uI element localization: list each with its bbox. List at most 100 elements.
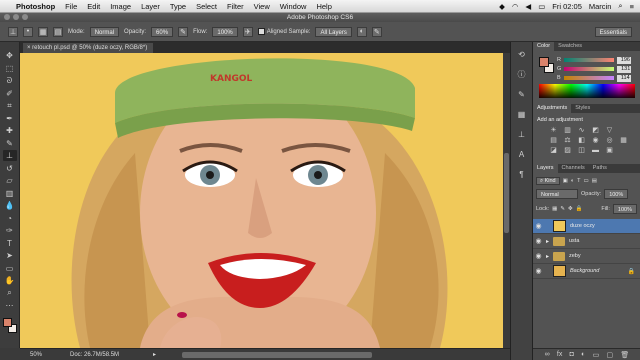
document-tab[interactable]: × retouch pl.psd @ 50% (duze oczy, RGB/8… [23, 43, 154, 53]
filter-pixel-icon[interactable]: ▣ [563, 178, 568, 184]
new-adjustment-icon[interactable]: ◐ [581, 351, 585, 358]
blend-mode-select[interactable]: Normal [536, 189, 578, 199]
lock-all-icon[interactable]: 🔒 [576, 206, 583, 212]
tab-channels[interactable]: Channels [558, 164, 589, 173]
horizontal-scrollbar[interactable] [182, 352, 372, 358]
foreground-color-swatch[interactable] [3, 318, 12, 327]
new-group-icon[interactable]: ▭ [593, 351, 600, 359]
menu-type[interactable]: Type [170, 2, 186, 11]
tab-adjustments[interactable]: Adjustments [533, 104, 572, 113]
selective-color-icon[interactable]: ▣ [605, 147, 614, 155]
layer-row-zeby[interactable]: ◉ ▸ zeby [533, 249, 640, 264]
menu-view[interactable]: View [254, 2, 270, 11]
menu-filter[interactable]: Filter [227, 2, 244, 11]
marquee-tool-icon[interactable]: ⬚ [3, 63, 17, 74]
spotlight-icon[interactable]: ⌕ [618, 1, 622, 11]
tab-swatches[interactable]: Swatches [554, 42, 586, 51]
color-balance-icon[interactable]: ⚖ [563, 137, 572, 145]
eyedropper-tool-icon[interactable]: ✒ [3, 113, 17, 124]
blue-value[interactable]: 114 [616, 74, 631, 82]
layer-opacity-field[interactable]: 100% [604, 189, 629, 199]
hand-tool-icon[interactable]: ✋ [3, 275, 17, 286]
visibility-eye-icon[interactable]: ◉ [533, 267, 544, 275]
lasso-tool-icon[interactable]: ᘐ [3, 75, 17, 86]
paragraph-panel-icon[interactable]: ¶ [516, 168, 528, 180]
tab-paths[interactable]: Paths [589, 164, 611, 173]
menu-edit[interactable]: Edit [87, 2, 100, 11]
filter-adjustment-icon[interactable]: ◐ [571, 178, 574, 184]
new-layer-icon[interactable]: ▢ [607, 351, 614, 359]
layer-row-background[interactable]: ◉ Background 🔒 [533, 264, 640, 279]
channel-mixer-icon[interactable]: ◎ [605, 137, 614, 145]
link-layers-icon[interactable]: ∞ [545, 351, 550, 358]
tab-layers[interactable]: Layers [533, 164, 558, 173]
filter-smart-object-icon[interactable]: ▤ [592, 178, 597, 184]
pressure-opacity-icon[interactable]: ✎ [178, 26, 189, 37]
layer-row-duze-oczy[interactable]: ◉ duze oczy [533, 219, 640, 234]
color-panel-fg-swatch[interactable] [539, 57, 549, 67]
menu-file[interactable]: File [65, 2, 77, 11]
character-panel-icon[interactable]: A [516, 148, 528, 160]
close-window-button[interactable] [4, 14, 10, 20]
layer-name[interactable]: usta [569, 238, 579, 244]
exposure-icon[interactable]: ◩ [591, 127, 600, 135]
healing-brush-tool-icon[interactable]: ✚ [3, 125, 17, 136]
clone-source-panel-icon[interactable]: ⊥ [516, 128, 528, 140]
sample-select[interactable]: All Layers [315, 26, 352, 37]
properties-panel-icon[interactable]: ⓘ [516, 68, 528, 80]
layer-row-usta[interactable]: ◉ ▸ usta [533, 234, 640, 249]
more-tools-icon[interactable]: ⋯ [3, 300, 17, 311]
filter-type-icon[interactable]: T [577, 178, 580, 184]
gradient-map-icon[interactable]: ▬ [591, 147, 600, 155]
menu-select[interactable]: Select [196, 2, 217, 11]
path-selection-tool-icon[interactable]: ➤ [3, 250, 17, 261]
clone-source-icon[interactable]: ▤ [53, 26, 63, 37]
menu-layer[interactable]: Layer [141, 2, 160, 11]
brush-panel-icon[interactable]: ▦ [38, 26, 48, 37]
ignore-adjustment-layers-icon[interactable]: ◐ [356, 26, 367, 37]
invert-icon[interactable]: ◪ [549, 147, 558, 155]
vertical-scroll-thumb[interactable] [504, 153, 509, 233]
green-value[interactable]: 131 [617, 65, 632, 73]
filter-shape-icon[interactable]: ▭ [584, 178, 589, 184]
threshold-icon[interactable]: ◫ [577, 147, 586, 155]
menu-app-name[interactable]: Photoshop [16, 2, 55, 11]
flow-field[interactable]: 100% [212, 26, 238, 37]
expand-arrow-icon[interactable]: ▸ [544, 238, 551, 245]
green-slider[interactable] [564, 67, 615, 71]
clone-stamp-tool-icon[interactable]: ⊥ [2, 150, 17, 161]
zoom-level[interactable]: 50% [30, 352, 42, 358]
aligned-sample-checkbox[interactable]: Aligned Sample: [257, 27, 310, 35]
dodge-tool-icon[interactable]: ◔ [3, 213, 17, 224]
status-menu-arrow-icon[interactable]: ▸ [153, 351, 156, 358]
lock-pixels-icon[interactable]: ✎ [560, 206, 565, 212]
type-tool-icon[interactable]: T [3, 238, 17, 249]
clone-stamp-tool-preset-icon[interactable]: ⊥ [8, 26, 18, 37]
clock[interactable]: Fri 02:05 [552, 2, 582, 11]
delete-layer-icon[interactable]: 🗑 [620, 351, 629, 359]
doc-size[interactable]: Doc: 26.7M/58.5M [70, 352, 119, 358]
blue-slider[interactable] [563, 76, 614, 80]
sound-icon[interactable]: ◀ [525, 2, 531, 11]
expand-arrow-icon[interactable]: ▸ [544, 253, 551, 260]
zoom-tool-icon[interactable]: ⌕ [3, 288, 17, 299]
menu-window[interactable]: Window [280, 2, 307, 11]
gradient-tool-icon[interactable]: ▥ [3, 188, 17, 199]
zoom-window-button[interactable] [22, 14, 28, 20]
tab-color[interactable]: Color [533, 42, 555, 51]
history-brush-tool-icon[interactable]: ↺ [3, 163, 17, 174]
mode-select[interactable]: Normal [89, 26, 120, 37]
menu-help[interactable]: Help [316, 2, 331, 11]
visibility-eye-icon[interactable]: ◉ [533, 252, 544, 260]
layer-style-icon[interactable]: fx [557, 351, 562, 358]
shape-tool-icon[interactable]: ▭ [3, 263, 17, 274]
curves-icon[interactable]: ∿ [577, 127, 586, 135]
hue-saturation-icon[interactable]: ▤ [549, 137, 558, 145]
workspace-select[interactable]: Essentials [594, 27, 632, 37]
levels-icon[interactable]: ▥ [563, 127, 572, 135]
airbrush-icon[interactable]: ✈ [242, 26, 253, 37]
battery-icon[interactable]: ▭ [538, 2, 545, 11]
pressure-size-icon[interactable]: ✎ [371, 26, 382, 37]
fill-field[interactable]: 100% [612, 204, 637, 214]
black-white-icon[interactable]: ◧ [577, 137, 586, 145]
